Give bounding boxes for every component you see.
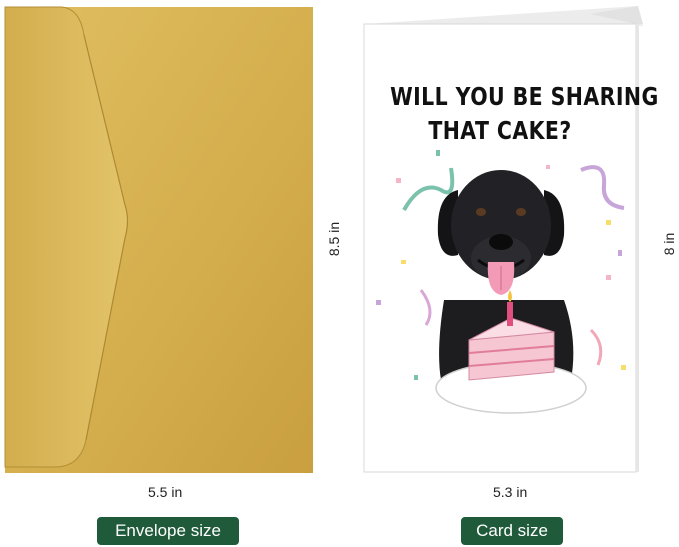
envelope-size-badge: Envelope size xyxy=(97,517,239,545)
card-headline-line1: WILL YOU BE SHARING xyxy=(390,82,659,111)
card-headline-line2: THAT CAKE? xyxy=(428,116,572,145)
envelope-image xyxy=(4,6,313,473)
envelope-height-label: 8.5 in xyxy=(326,221,342,257)
card-height-label: 8 in xyxy=(661,232,677,256)
dog-cake-illustration xyxy=(376,150,626,414)
card-width-label: 5.3 in xyxy=(493,484,528,500)
card-size-badge: Card size xyxy=(461,517,563,545)
envelope-width-label: 5.5 in xyxy=(148,484,183,500)
